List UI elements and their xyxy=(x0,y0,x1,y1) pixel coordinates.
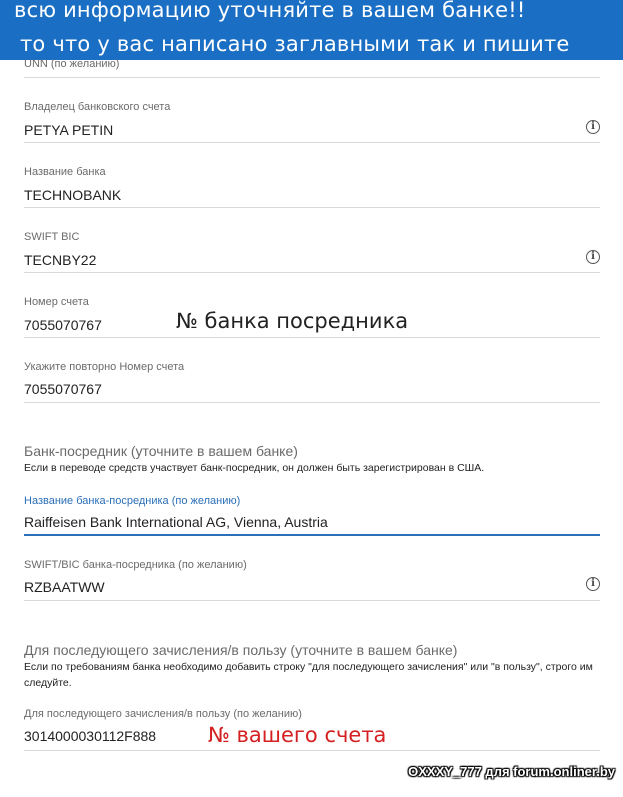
intermediary-swift-value[interactable]: RZBAATWW xyxy=(24,579,105,595)
bank-name-field[interactable]: Название банка TECHNOBANK xyxy=(24,166,600,208)
bank-name-underline xyxy=(24,207,600,208)
unn-underline xyxy=(24,77,600,78)
account-number-underline xyxy=(24,337,600,338)
account-owner-underline xyxy=(24,142,600,143)
intermediary-bank-annotation: № банка посредника xyxy=(176,309,409,333)
intermediary-section-note: Если в переводе средств участвует банк-п… xyxy=(24,462,485,474)
further-credit-section-note: Если по требованиям банка необходимо доб… xyxy=(24,661,593,689)
further-credit-value[interactable]: 3014000030112F888 xyxy=(24,728,156,744)
intermediary-bank-name-value[interactable]: Raiffeisen Bank International AG, Vienna… xyxy=(24,514,328,530)
banner-line-2: то что у вас написано заглавными так и п… xyxy=(20,32,570,56)
account-number-repeat-field[interactable]: Укажите повторно Номер счета 7055070767 xyxy=(24,361,600,403)
account-number-repeat-label: Укажите повторно Номер счета xyxy=(24,361,185,373)
swift-bic-label: SWIFT BIC xyxy=(24,231,80,243)
intermediary-section-title: Банк-посредник (уточните в вашем банке) xyxy=(24,443,298,459)
account-number-label: Номер счета xyxy=(24,296,89,308)
instruction-banner: всю информацию уточняйте в вашем банке!!… xyxy=(0,0,623,60)
account-owner-value[interactable]: PETYA PETIN xyxy=(24,122,113,138)
info-icon[interactable]: i xyxy=(586,577,600,591)
intermediary-bank-name-field[interactable]: Название банка-посредника (по желанию) R… xyxy=(24,495,600,537)
intermediary-swift-underline xyxy=(24,600,600,601)
swift-bic-underline xyxy=(24,272,600,273)
intermediary-swift-field[interactable]: SWIFT/BIC банка-посредника (по желанию) … xyxy=(24,559,600,601)
info-icon[interactable]: i xyxy=(586,250,600,264)
swift-bic-value[interactable]: TECNBY22 xyxy=(24,252,96,268)
account-number-repeat-value[interactable]: 7055070767 xyxy=(24,381,102,397)
unn-label: UNN (по желанию) xyxy=(24,58,120,70)
intermediary-bank-name-label: Название банка-посредника (по желанию) xyxy=(24,495,241,507)
account-number-value[interactable]: 7055070767 xyxy=(24,317,102,333)
account-number-repeat-underline xyxy=(24,402,600,403)
bank-name-label: Название банка xyxy=(24,166,106,178)
further-credit-label: Для последующего зачисления/в пользу (по… xyxy=(24,708,302,720)
account-owner-label: Владелец банковского счета xyxy=(24,101,171,113)
bank-name-value[interactable]: TECHNOBANK xyxy=(24,187,121,203)
further-credit-underline xyxy=(24,750,600,751)
forum-watermark: OXXXY_777 для forum.onliner.by xyxy=(408,764,615,779)
unn-field[interactable]: UNN (по желанию) xyxy=(24,58,600,78)
further-credit-section-title: Для последующего зачисления/в пользу (ут… xyxy=(24,642,458,658)
intermediary-bank-name-underline xyxy=(24,534,600,536)
intermediary-swift-label: SWIFT/BIC банка-посредника (по желанию) xyxy=(24,559,247,571)
info-icon[interactable]: i xyxy=(586,120,600,134)
account-owner-field[interactable]: Владелец банковского счета PETYA PETIN i xyxy=(24,101,600,143)
your-account-annotation: № вашего счета xyxy=(208,723,387,747)
swift-bic-field[interactable]: SWIFT BIC TECNBY22 i xyxy=(24,231,600,273)
banner-line-1: всю информацию уточняйте в вашем банке!! xyxy=(14,0,526,22)
